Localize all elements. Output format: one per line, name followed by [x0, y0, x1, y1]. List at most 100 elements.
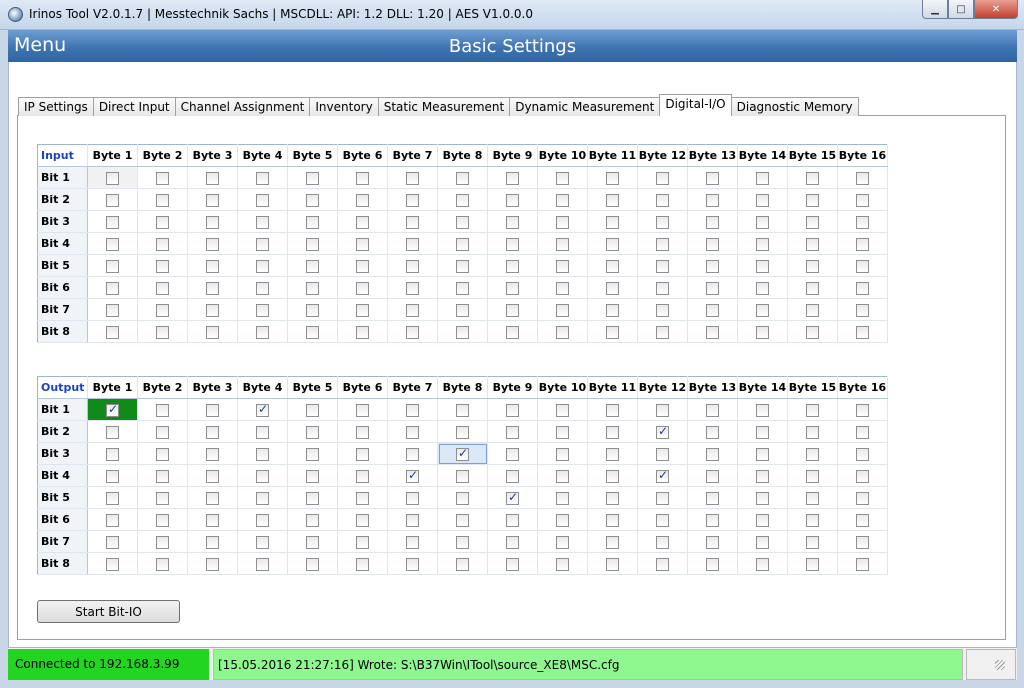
bit-checkbox[interactable]	[206, 303, 219, 317]
bit-checkbox[interactable]	[206, 535, 219, 549]
bit-checkbox[interactable]	[506, 171, 519, 185]
bit-checkbox[interactable]	[656, 259, 669, 273]
bit-checkbox[interactable]	[306, 491, 319, 505]
bit-checkbox[interactable]	[406, 468, 419, 483]
bit-checkbox[interactable]	[256, 491, 269, 505]
bit-checkbox[interactable]	[656, 513, 669, 527]
bit-checkbox[interactable]	[306, 469, 319, 483]
bit-checkbox[interactable]	[456, 535, 469, 549]
bit-checkbox[interactable]	[406, 403, 419, 417]
bit-checkbox[interactable]	[456, 215, 469, 229]
bit-checkbox[interactable]	[806, 303, 819, 317]
bit-checkbox[interactable]	[206, 193, 219, 207]
bit-checkbox[interactable]	[506, 425, 519, 439]
bit-checkbox[interactable]	[256, 469, 269, 483]
bit-checkbox[interactable]	[356, 513, 369, 527]
bit-checkbox[interactable]	[506, 325, 519, 339]
bit-checkbox[interactable]	[356, 447, 369, 461]
bit-checkbox[interactable]	[556, 193, 569, 207]
bit-checkbox[interactable]	[606, 237, 619, 251]
bit-checkbox[interactable]	[856, 469, 869, 483]
bit-checkbox[interactable]	[556, 171, 569, 185]
bit-checkbox[interactable]	[306, 425, 319, 439]
bit-checkbox[interactable]	[706, 281, 719, 295]
bit-checkbox[interactable]	[106, 193, 119, 207]
bit-checkbox[interactable]	[156, 171, 169, 185]
bit-checkbox[interactable]	[606, 513, 619, 527]
start-bit-io-button[interactable]: Start Bit-IO	[37, 600, 180, 623]
bit-checkbox[interactable]	[656, 403, 669, 417]
bit-checkbox[interactable]	[756, 325, 769, 339]
bit-checkbox[interactable]	[856, 171, 869, 185]
bit-checkbox[interactable]	[306, 259, 319, 273]
bit-checkbox[interactable]	[356, 193, 369, 207]
bit-checkbox[interactable]	[706, 491, 719, 505]
bit-checkbox[interactable]	[256, 237, 269, 251]
bit-checkbox[interactable]	[306, 193, 319, 207]
bit-checkbox[interactable]	[556, 403, 569, 417]
bit-checkbox[interactable]	[506, 403, 519, 417]
bit-checkbox[interactable]	[306, 557, 319, 571]
bit-checkbox[interactable]	[806, 557, 819, 571]
bit-checkbox[interactable]	[506, 447, 519, 461]
bit-checkbox[interactable]	[606, 281, 619, 295]
bit-checkbox[interactable]	[106, 447, 119, 461]
bit-checkbox[interactable]	[756, 557, 769, 571]
bit-checkbox[interactable]	[306, 513, 319, 527]
bit-checkbox[interactable]	[306, 325, 319, 339]
bit-checkbox[interactable]	[356, 403, 369, 417]
bit-checkbox[interactable]	[406, 325, 419, 339]
bit-checkbox[interactable]	[606, 469, 619, 483]
bit-checkbox[interactable]	[406, 447, 419, 461]
bit-checkbox[interactable]	[706, 425, 719, 439]
bit-checkbox[interactable]	[756, 281, 769, 295]
bit-checkbox[interactable]	[806, 425, 819, 439]
bit-checkbox[interactable]	[356, 237, 369, 251]
bit-checkbox[interactable]	[206, 469, 219, 483]
bit-checkbox[interactable]	[756, 259, 769, 273]
bit-checkbox[interactable]	[456, 491, 469, 505]
bit-checkbox[interactable]	[656, 557, 669, 571]
bit-checkbox[interactable]	[256, 535, 269, 549]
bit-checkbox[interactable]	[506, 237, 519, 251]
bit-checkbox[interactable]	[556, 535, 569, 549]
bit-checkbox[interactable]	[606, 425, 619, 439]
bit-checkbox[interactable]	[456, 557, 469, 571]
bit-checkbox[interactable]	[406, 513, 419, 527]
bit-checkbox[interactable]	[156, 403, 169, 417]
bit-checkbox[interactable]	[556, 259, 569, 273]
bit-checkbox[interactable]	[806, 259, 819, 273]
bit-checkbox[interactable]	[556, 469, 569, 483]
bit-checkbox[interactable]	[156, 491, 169, 505]
bit-checkbox[interactable]	[556, 325, 569, 339]
bit-checkbox[interactable]	[156, 535, 169, 549]
bit-checkbox[interactable]	[756, 171, 769, 185]
bit-checkbox[interactable]	[106, 325, 119, 339]
bit-checkbox[interactable]	[506, 193, 519, 207]
close-button[interactable]: ✕	[974, 0, 1018, 19]
bit-checkbox[interactable]	[456, 281, 469, 295]
bit-checkbox[interactable]	[306, 447, 319, 461]
bit-checkbox[interactable]	[106, 557, 119, 571]
bit-checkbox[interactable]	[706, 237, 719, 251]
bit-checkbox[interactable]	[806, 171, 819, 185]
bit-checkbox[interactable]	[206, 325, 219, 339]
bit-checkbox[interactable]	[206, 215, 219, 229]
bit-checkbox[interactable]	[206, 447, 219, 461]
bit-checkbox[interactable]	[356, 259, 369, 273]
bit-checkbox[interactable]	[456, 513, 469, 527]
bit-checkbox[interactable]	[306, 403, 319, 417]
bit-checkbox[interactable]	[406, 557, 419, 571]
bit-checkbox[interactable]	[856, 303, 869, 317]
bit-checkbox[interactable]	[256, 259, 269, 273]
bit-checkbox[interactable]	[256, 447, 269, 461]
bit-checkbox[interactable]	[106, 171, 119, 185]
bit-checkbox[interactable]	[706, 447, 719, 461]
bit-checkbox[interactable]	[806, 281, 819, 295]
bit-checkbox[interactable]	[356, 303, 369, 317]
bit-checkbox[interactable]	[856, 513, 869, 527]
bit-checkbox[interactable]	[256, 402, 269, 417]
bit-checkbox[interactable]	[106, 491, 119, 505]
tab-static-measurement[interactable]: Static Measurement	[377, 97, 511, 116]
bit-checkbox[interactable]	[606, 557, 619, 571]
